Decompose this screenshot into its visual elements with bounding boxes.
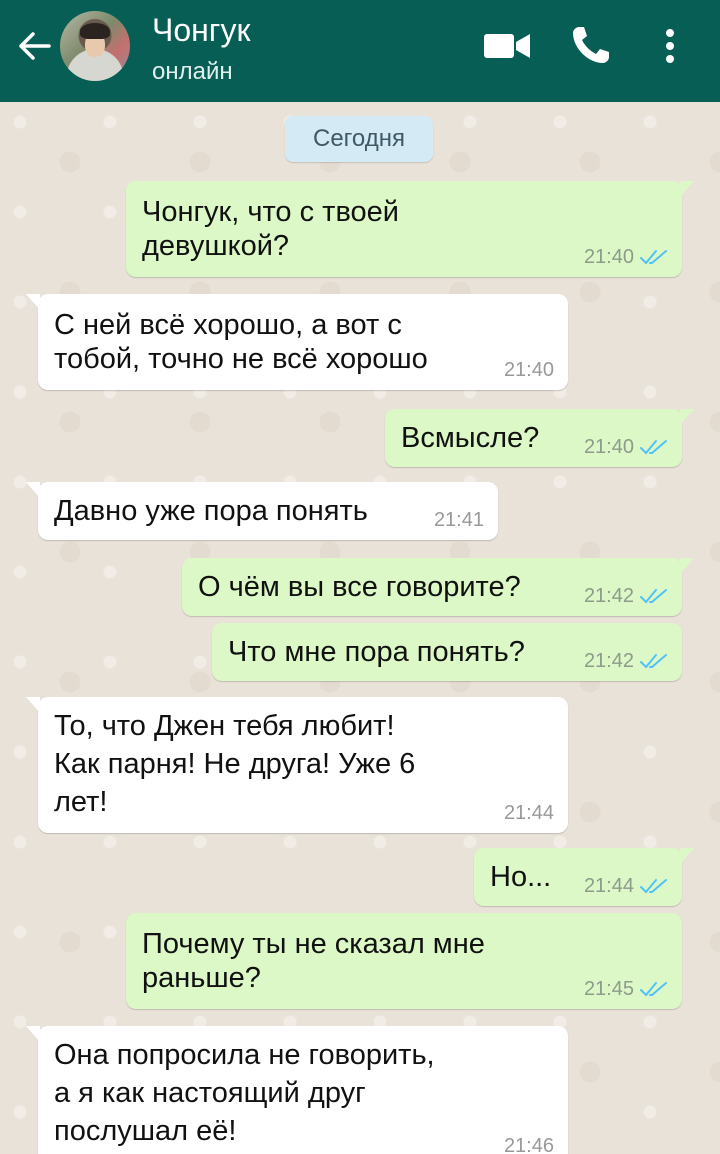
message-time: 21:41	[433, 509, 484, 531]
message-meta: 21:40	[584, 246, 668, 268]
message-line: Почему ты не сказал мне	[142, 928, 485, 960]
bubble-tail	[680, 409, 694, 425]
phone-icon[interactable]	[570, 24, 612, 66]
read-ticks-icon	[640, 589, 667, 604]
message-meta: 21:44	[584, 875, 668, 897]
outgoing-message[interactable]: Всмысле? 21:40	[385, 409, 694, 467]
message-time: 21:40	[503, 359, 554, 381]
message-text: О чём вы все говорите?	[198, 570, 521, 604]
message-text: Что мне пора понять?	[228, 635, 525, 669]
bubble-tail	[680, 848, 694, 864]
incoming-message[interactable]: Давно уже пора понять 21:41	[26, 482, 498, 540]
message-line: а я как настоящий друг	[54, 1077, 366, 1109]
message-time: 21:44	[583, 875, 634, 897]
message-line: Но...	[490, 861, 552, 893]
message-time: 21:40	[583, 246, 634, 268]
message-line: раньше?	[142, 962, 261, 994]
read-ticks-icon	[640, 250, 667, 265]
message-line: Всмысле?	[401, 422, 540, 454]
incoming-message[interactable]: Она попросила не говорить, а я как настоя…	[26, 1026, 568, 1154]
message-line: Давно уже пора понять	[54, 495, 368, 527]
outgoing-message[interactable]: Но... 21:44	[474, 848, 694, 906]
date-chip: Сегодня	[285, 116, 433, 162]
message-meta: 21:41	[434, 509, 484, 531]
bubble-tail	[26, 1026, 40, 1042]
read-ticks-icon	[640, 440, 667, 455]
message-line: Как парня! Не друга! Уже 6	[54, 748, 416, 780]
read-ticks-icon	[640, 982, 667, 997]
contact-name[interactable]: Чонгук	[152, 12, 250, 49]
message-meta: 21:44	[504, 802, 554, 824]
message-meta: 21:40	[584, 436, 668, 458]
message-text: Чонгук, что с твоей девушкой?	[142, 195, 399, 263]
message-text: Она попросила не говорить, а я как настоя…	[54, 1036, 435, 1150]
message-line: тобой, точно не всё хорошо	[54, 343, 428, 375]
message-time: 21:40	[583, 436, 634, 458]
bubble-tail	[680, 558, 694, 574]
bubble-tail	[26, 482, 40, 498]
message-time: 21:42	[583, 585, 634, 607]
message-meta: 21:45	[584, 978, 668, 1000]
message-text: То, что Джен тебя любит! Как парня! Не др…	[54, 707, 415, 821]
message-line: С ней всё хорошо, а вот с	[54, 309, 402, 341]
message-time: 21:45	[583, 978, 634, 1000]
message-text: Почему ты не сказал мне раньше?	[142, 927, 485, 995]
message-meta: 21:42	[584, 650, 668, 672]
message-text: Но...	[490, 860, 551, 894]
message-line: Она попросила не говорить,	[54, 1039, 435, 1071]
incoming-message[interactable]: С ней всё хорошо, а вот с тобой, точно не…	[26, 294, 568, 390]
incoming-message[interactable]: То, что Джен тебя любит! Как парня! Не др…	[26, 697, 568, 833]
contact-status: онлайн	[152, 58, 233, 85]
video-camera-icon[interactable]	[484, 30, 532, 62]
avatar[interactable]	[60, 11, 130, 81]
read-ticks-icon	[640, 879, 667, 894]
more-vertical-icon[interactable]	[656, 24, 684, 68]
outgoing-message[interactable]: Почему ты не сказал мне раньше? 21:45	[126, 913, 682, 1009]
message-line: О чём вы все говорите?	[198, 571, 521, 603]
outgoing-message[interactable]: О чём вы все говорите? 21:42	[182, 558, 694, 616]
read-ticks-icon	[640, 654, 667, 669]
message-meta: 21:46	[504, 1135, 554, 1154]
message-meta: 21:40	[504, 359, 554, 381]
message-line: девушкой?	[142, 230, 290, 262]
message-line: послушал её!	[54, 1115, 237, 1147]
message-line: То, что Джен тебя любит!	[54, 710, 395, 742]
message-text: С ней всё хорошо, а вот с тобой, точно не…	[54, 308, 428, 376]
bubble-tail	[680, 181, 694, 197]
outgoing-message[interactable]: Чонгук, что с твоей девушкой? 21:40	[126, 181, 694, 277]
message-text: Всмысле?	[401, 421, 539, 455]
message-time: 21:46	[503, 1135, 554, 1154]
message-line: Что мне пора понять?	[228, 636, 525, 668]
chat-header: Чонгук онлайн	[0, 0, 720, 102]
message-meta: 21:42	[584, 585, 668, 607]
message-line: Чонгук, что с твоей	[142, 196, 399, 228]
message-line: лет!	[54, 786, 108, 818]
arrow-left-icon[interactable]	[14, 26, 54, 66]
bubble-tail	[26, 697, 40, 713]
outgoing-message[interactable]: Что мне пора понять? 21:42	[212, 623, 682, 681]
bubble-tail	[26, 294, 40, 310]
message-time: 21:42	[583, 650, 634, 672]
message-text: Давно уже пора понять	[54, 494, 368, 528]
message-time: 21:44	[503, 802, 554, 824]
